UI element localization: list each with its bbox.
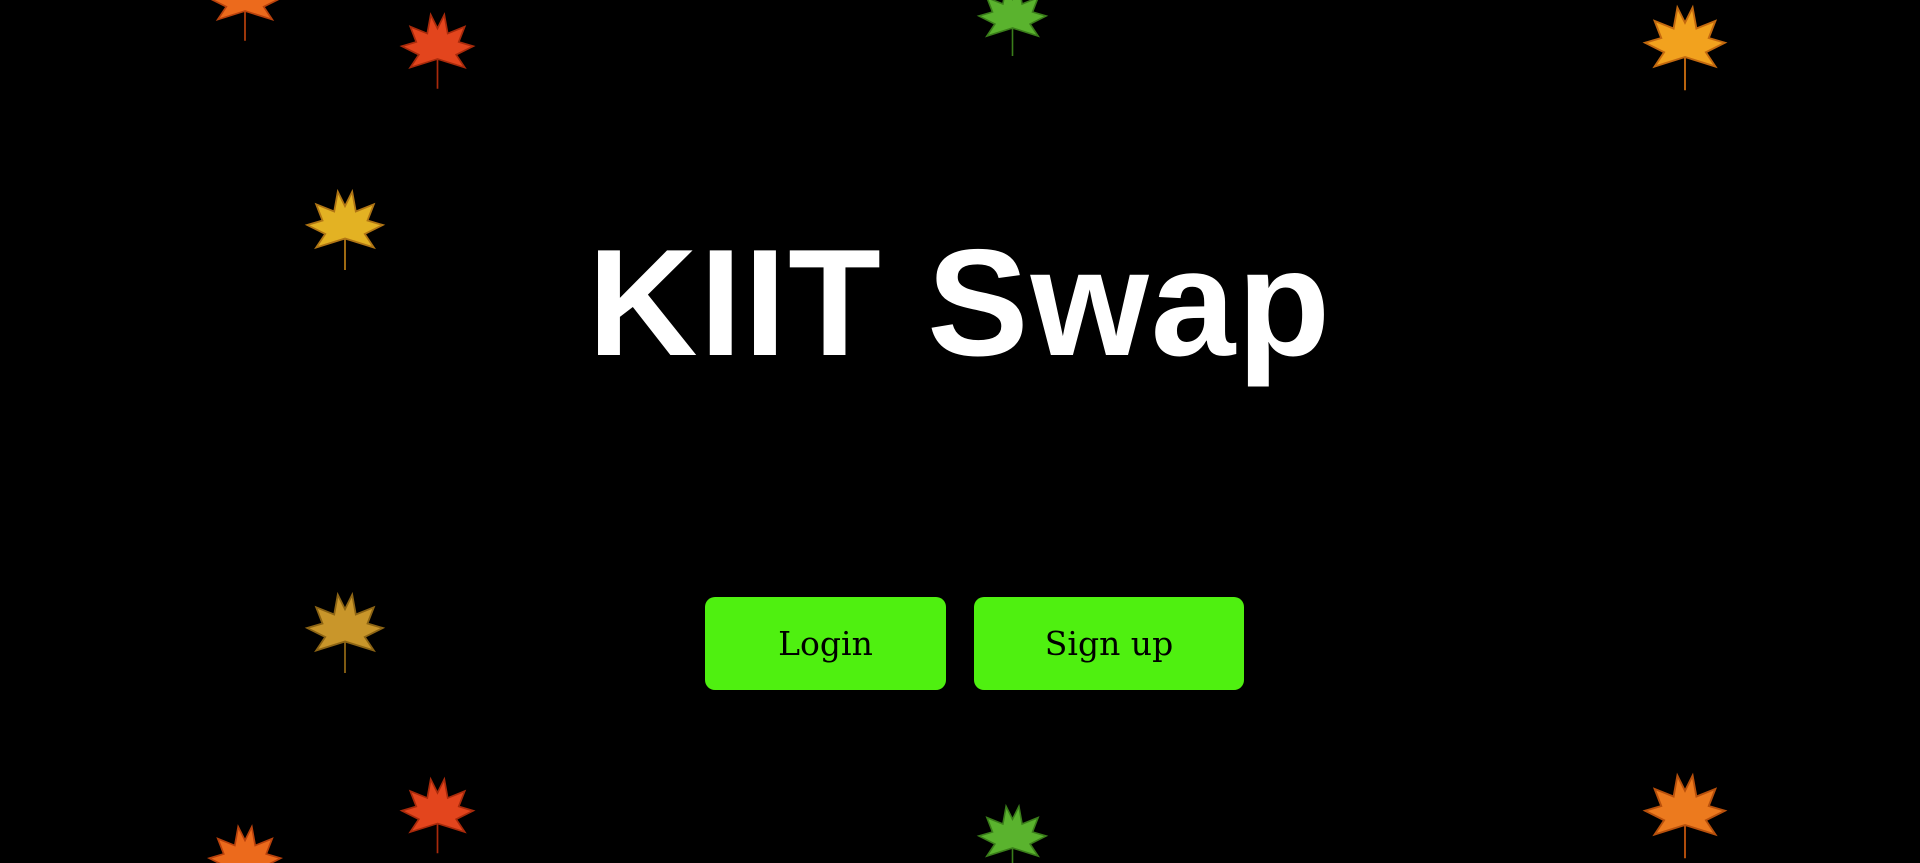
maple-leaf-icon — [399, 776, 476, 854]
maple-leaf-icon — [206, 824, 284, 863]
maple-leaf-icon — [1642, 772, 1728, 859]
page-title: KIIT Swap — [587, 218, 1333, 388]
maple-leaf-icon — [399, 12, 476, 89]
signup-button[interactable]: Sign up — [974, 597, 1244, 690]
maple-leaf-icon — [1642, 4, 1728, 91]
maple-leaf-icon — [210, 0, 280, 41]
landing-page: KIIT Swap Login Sign up — [0, 0, 1920, 863]
login-button[interactable]: Login — [705, 597, 946, 690]
maple-leaf-icon — [976, 803, 1049, 863]
maple-leaf-icon — [304, 591, 386, 673]
maple-leaf-icon — [976, 0, 1049, 56]
